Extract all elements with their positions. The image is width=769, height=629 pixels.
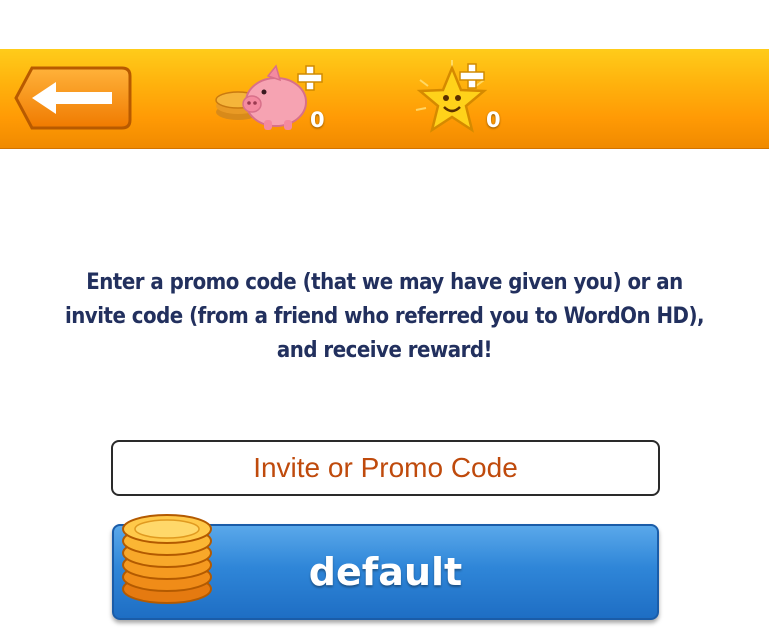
promo-instructions: Enter a promo code (that we may have giv… — [64, 270, 705, 363]
coin-stack-icon — [122, 514, 212, 604]
back-button[interactable] — [14, 66, 132, 130]
promo-code-input[interactable] — [111, 440, 660, 496]
stars-count: 0 — [486, 108, 501, 132]
stars-counter[interactable]: 0 — [410, 60, 510, 140]
coins-count: 0 — [310, 108, 325, 132]
coins-counter[interactable]: 0 — [210, 60, 330, 140]
back-arrow-icon — [14, 66, 132, 130]
